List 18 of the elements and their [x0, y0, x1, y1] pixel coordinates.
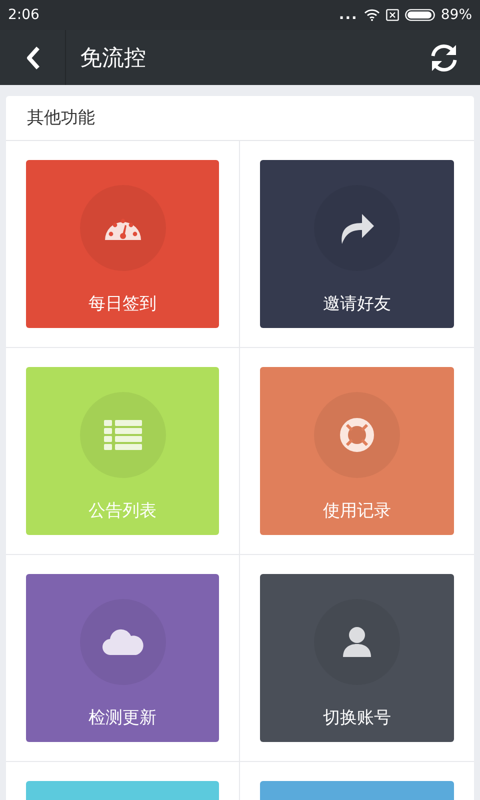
feature-tile[interactable]: 检测更新: [26, 574, 219, 742]
feature-tile[interactable]: 每日签到: [26, 160, 219, 328]
feature-tile[interactable]: 使用记录: [260, 367, 454, 535]
section-title: 其他功能: [6, 96, 474, 141]
battery-icon: [404, 9, 435, 21]
person-icon: [342, 626, 372, 658]
battery-percent-text: 89%: [440, 7, 472, 23]
cloud-icon: [102, 628, 144, 656]
clock-text: 2:06: [8, 7, 40, 23]
feature-tile[interactable]: 邀请好友: [260, 160, 454, 328]
sim-card-icon: [386, 9, 399, 21]
back-chevron-icon: [26, 46, 40, 70]
lifebuoy-icon: [339, 417, 375, 453]
more-dots-text: ...: [338, 7, 358, 23]
list-icon: [104, 420, 142, 450]
page-title: 免流控: [80, 44, 147, 72]
wifi-icon: [364, 9, 380, 21]
feature-tile[interactable]: 切换账号: [260, 574, 454, 742]
